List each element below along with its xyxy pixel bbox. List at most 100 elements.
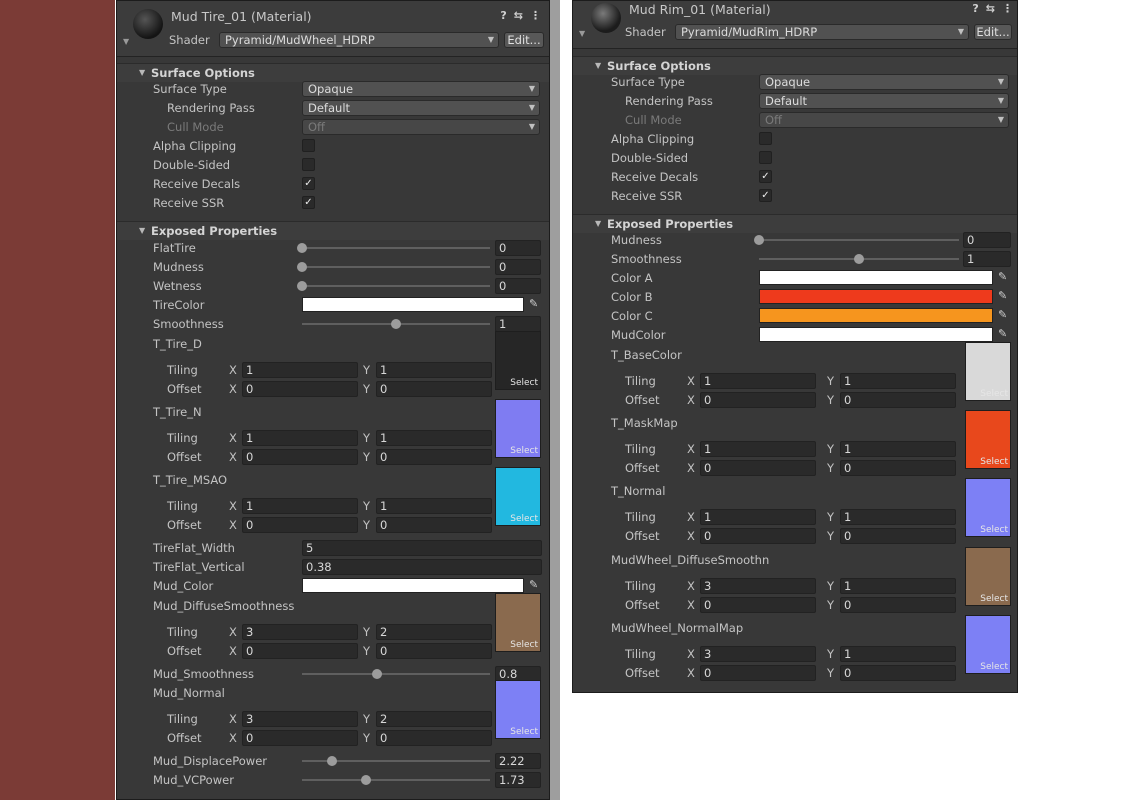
slider-handle[interactable] <box>391 319 401 329</box>
slider-track[interactable] <box>759 239 959 241</box>
alpha-clipping-checkbox[interactable] <box>302 139 315 152</box>
slider-track[interactable] <box>302 285 490 287</box>
slider-track[interactable] <box>302 247 490 249</box>
color-swatch[interactable] <box>759 289 993 304</box>
offset-x-field[interactable]: 0 <box>242 381 358 397</box>
slider-handle[interactable] <box>297 281 307 291</box>
edit-shader-button[interactable]: Edit... <box>974 24 1012 40</box>
help-icon[interactable]: ? <box>972 2 978 15</box>
tiling-y-field[interactable]: 2 <box>376 624 492 640</box>
slider-value-field[interactable]: 1 <box>963 251 1011 267</box>
offset-y-field[interactable]: 0 <box>376 517 492 533</box>
receive-decals-checkbox[interactable]: ✓ <box>302 177 315 190</box>
kebab-menu-icon[interactable]: ⋮ <box>530 9 541 22</box>
exposed-properties-header[interactable]: ▼ Exposed Properties <box>117 221 549 240</box>
tiling-x-field[interactable]: 1 <box>700 441 816 457</box>
slider-value-field[interactable]: 1 <box>495 316 541 332</box>
offset-y-field[interactable]: 0 <box>840 460 956 476</box>
offset-x-field[interactable]: 0 <box>242 449 358 465</box>
receive-ssr-checkbox[interactable]: ✓ <box>759 189 772 202</box>
tiling-y-field[interactable]: 1 <box>376 498 492 514</box>
tiling-y-field[interactable]: 1 <box>840 373 956 389</box>
tiling-y-field[interactable]: 1 <box>376 430 492 446</box>
alpha-clipping-checkbox[interactable] <box>759 132 772 145</box>
kebab-menu-icon[interactable]: ⋮ <box>1002 2 1013 15</box>
offset-y-field[interactable]: 0 <box>376 449 492 465</box>
slider-handle[interactable] <box>754 235 764 245</box>
fold-triangle-icon[interactable]: ▼ <box>123 37 129 46</box>
texture-thumbnail[interactable]: Select <box>965 615 1011 674</box>
texture-thumbnail[interactable]: Select <box>495 680 541 739</box>
offset-y-field[interactable]: 0 <box>840 597 956 613</box>
offset-y-field[interactable]: 0 <box>840 392 956 408</box>
rendering-pass-dropdown[interactable]: Default ▼ <box>759 93 1009 109</box>
edit-shader-button[interactable]: Edit... <box>504 32 544 48</box>
color-swatch[interactable] <box>759 308 993 323</box>
tiling-x-field[interactable]: 3 <box>700 646 816 662</box>
offset-y-field[interactable]: 0 <box>840 528 956 544</box>
tiling-y-field[interactable]: 2 <box>376 711 492 727</box>
double-sided-checkbox[interactable] <box>759 151 772 164</box>
slider-handle[interactable] <box>327 756 338 766</box>
float-value-field[interactable]: 0.38 <box>302 559 542 575</box>
help-icon[interactable]: ? <box>500 9 506 22</box>
eyedropper-icon[interactable]: ✎ <box>529 578 538 591</box>
tiling-x-field[interactable]: 1 <box>242 430 358 446</box>
slider-track[interactable] <box>302 673 490 675</box>
texture-thumbnail[interactable]: Select <box>495 593 541 652</box>
offset-y-field[interactable]: 0 <box>840 665 956 681</box>
offset-x-field[interactable]: 0 <box>242 643 358 659</box>
offset-x-field[interactable]: 0 <box>700 460 816 476</box>
surface-options-header[interactable]: ▼ Surface Options <box>117 63 549 82</box>
color-swatch[interactable] <box>759 327 993 342</box>
float-value-field[interactable]: 5 <box>302 540 542 556</box>
surface-type-dropdown[interactable]: Opaque ▼ <box>759 74 1009 90</box>
slider-handle[interactable] <box>854 254 864 264</box>
slider-handle[interactable] <box>372 669 383 679</box>
tiling-x-field[interactable]: 3 <box>242 711 358 727</box>
tiling-y-field[interactable]: 1 <box>840 646 956 662</box>
sliders-icon[interactable]: ⇆ <box>986 2 995 15</box>
slider-handle[interactable] <box>297 243 307 253</box>
shader-dropdown[interactable]: Pyramid/MudRim_HDRP ▼ <box>675 24 969 40</box>
offset-y-field[interactable]: 0 <box>376 381 492 397</box>
offset-x-field[interactable]: 0 <box>700 528 816 544</box>
slider-value-field[interactable]: 0 <box>495 240 541 256</box>
slider-value-field[interactable]: 0 <box>495 278 541 294</box>
tiling-y-field[interactable]: 1 <box>376 362 492 378</box>
tiling-y-field[interactable]: 1 <box>840 578 956 594</box>
rendering-pass-dropdown[interactable]: Default ▼ <box>302 100 540 116</box>
fold-triangle-icon[interactable]: ▼ <box>579 29 585 38</box>
tiling-x-field[interactable]: 1 <box>242 362 358 378</box>
offset-x-field[interactable]: 0 <box>242 517 358 533</box>
slider-track[interactable] <box>302 779 490 781</box>
double-sided-checkbox[interactable] <box>302 158 315 171</box>
texture-thumbnail[interactable]: Select <box>965 410 1011 469</box>
color-swatch[interactable] <box>302 297 524 312</box>
slider-track[interactable] <box>302 266 490 268</box>
texture-thumbnail[interactable]: Select <box>495 467 541 526</box>
tiling-x-field[interactable]: 1 <box>700 373 816 389</box>
slider-value-field[interactable]: 2.22 <box>495 753 541 769</box>
offset-y-field[interactable]: 0 <box>376 730 492 746</box>
texture-thumbnail[interactable]: Select <box>965 342 1011 401</box>
offset-x-field[interactable]: 0 <box>700 392 816 408</box>
slider-value-field[interactable]: 1.73 <box>495 772 541 788</box>
eyedropper-icon[interactable]: ✎ <box>998 327 1007 340</box>
surface-options-header[interactable]: ▼ Surface Options <box>573 56 1017 75</box>
color-swatch[interactable] <box>302 578 524 593</box>
tiling-y-field[interactable]: 1 <box>840 441 956 457</box>
surface-type-dropdown[interactable]: Opaque ▼ <box>302 81 540 97</box>
texture-thumbnail[interactable]: Select <box>495 331 541 390</box>
color-swatch[interactable] <box>759 270 993 285</box>
texture-thumbnail[interactable]: Select <box>495 399 541 458</box>
eyedropper-icon[interactable]: ✎ <box>998 308 1007 321</box>
offset-x-field[interactable]: 0 <box>242 730 358 746</box>
offset-x-field[interactable]: 0 <box>700 597 816 613</box>
tiling-x-field[interactable]: 3 <box>242 624 358 640</box>
tiling-x-field[interactable]: 1 <box>242 498 358 514</box>
receive-ssr-checkbox[interactable]: ✓ <box>302 196 315 209</box>
slider-value-field[interactable]: 0 <box>963 232 1011 248</box>
offset-x-field[interactable]: 0 <box>700 665 816 681</box>
slider-handle[interactable] <box>360 775 371 785</box>
